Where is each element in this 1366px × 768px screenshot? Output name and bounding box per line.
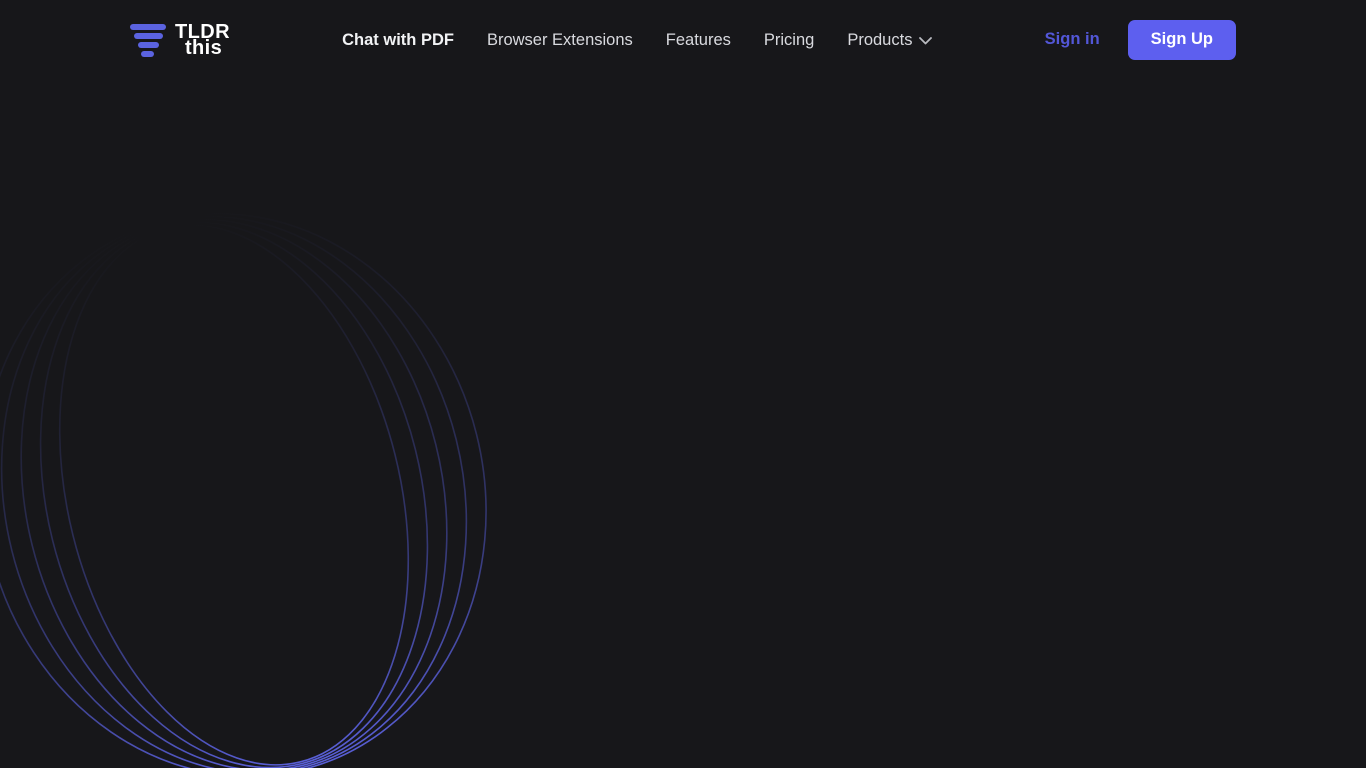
- nav-pricing[interactable]: Pricing: [764, 31, 814, 50]
- top-navigation-bar: TLDR this Chat with PDF Browser Extensio…: [0, 0, 1366, 80]
- nav-browser-extensions[interactable]: Browser Extensions: [487, 31, 633, 50]
- main-nav: Chat with PDF Browser Extensions Feature…: [342, 30, 933, 50]
- sign-up-button[interactable]: Sign Up: [1127, 20, 1236, 60]
- sign-in-link[interactable]: Sign in: [1045, 30, 1100, 49]
- nav-products-label: Products: [847, 30, 913, 49]
- tldr-summarize-bars-icon: [130, 23, 166, 57]
- auth-actions: Sign in Sign Up: [1045, 20, 1236, 60]
- nav-products[interactable]: Products: [847, 30, 933, 50]
- orbit-lines-decoration: [0, 213, 487, 768]
- logo-wordmark: TLDR this: [175, 21, 230, 59]
- chevron-down-icon: [919, 37, 933, 45]
- logo[interactable]: TLDR this: [130, 21, 230, 59]
- logo-line2: this: [185, 37, 223, 59]
- page: TLDR this Chat with PDF Browser Extensio…: [0, 0, 1366, 768]
- nav-chat-with-pdf[interactable]: Chat with PDF: [342, 31, 454, 50]
- nav-features[interactable]: Features: [666, 31, 731, 50]
